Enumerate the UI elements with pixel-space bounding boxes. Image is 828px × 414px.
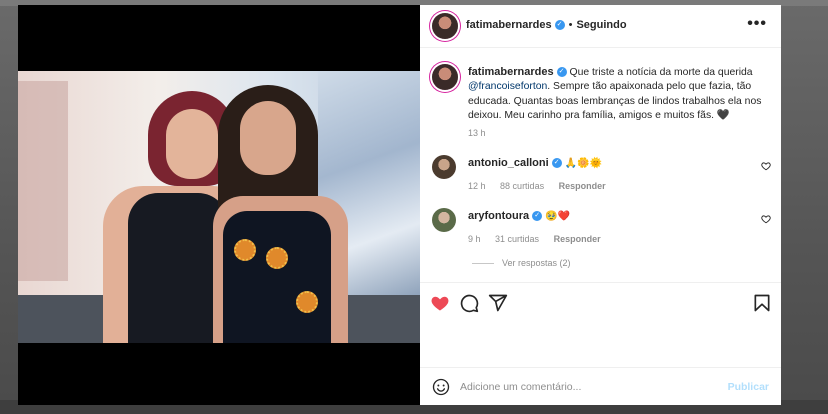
reply-button[interactable]: Responder <box>554 234 601 244</box>
dress-flower <box>266 247 288 269</box>
commenter-avatar[interactable] <box>432 208 456 232</box>
comment-text: 🥹❤️ <box>545 211 570 222</box>
view-replies-line <box>472 263 494 265</box>
post-caption: fatimabernardes ✓ Que triste a notícia da… <box>468 65 768 124</box>
bookmark-icon[interactable] <box>752 293 772 313</box>
verified-badge-icon: ✓ <box>532 211 543 222</box>
caption-username[interactable]: fatimabernardes <box>468 66 554 78</box>
header-user: fatimabernardes ✓ • Seguindo <box>466 19 627 31</box>
post-media <box>18 5 420 405</box>
post-actions-bar <box>420 282 781 323</box>
photo-person-right-face <box>240 101 296 175</box>
verified-badge-icon: ✓ <box>556 67 567 78</box>
post-panel: fatimabernardes ✓ • Seguindo ••• fatimabern… <box>420 5 781 405</box>
separator-dot: • <box>568 19 573 31</box>
comment-like-heart-icon[interactable] <box>761 161 771 171</box>
commenter-username[interactable]: aryfontoura <box>468 210 529 222</box>
comment-likes[interactable]: 31 curtidas <box>495 234 539 244</box>
comment-icon[interactable] <box>459 293 479 313</box>
caption-author-avatar[interactable] <box>432 64 458 90</box>
add-comment-bar: Publicar <box>420 367 781 406</box>
comment-time[interactable]: 9 h <box>468 234 481 244</box>
author-avatar[interactable] <box>432 13 458 39</box>
add-comment-input[interactable] <box>460 378 710 396</box>
comments-section: fatimabernardes ✓ Que triste a notícia da… <box>420 48 781 280</box>
photo-bg-left <box>18 81 68 281</box>
caption-text: Que triste a notícia da morte da querida <box>569 67 753 78</box>
view-replies-label: Ver respostas (2) <box>502 258 571 268</box>
comment-meta: 12 h 88 curtidas Responder <box>468 181 618 191</box>
comment-body: antonio_calloni ✓ 🙏🌼🌞 <box>468 157 602 169</box>
more-options-icon[interactable]: ••• <box>747 15 767 33</box>
photo-person-left-face <box>166 109 218 179</box>
verified-badge-icon: ✓ <box>554 20 565 31</box>
comment-like-heart-icon[interactable] <box>761 214 771 224</box>
caption-mention-link[interactable]: @francoiseforton <box>468 81 547 92</box>
paper-plane-icon[interactable] <box>488 293 508 313</box>
view-replies-button[interactable]: Ver respostas (2) <box>472 258 571 268</box>
comment-body: aryfontoura ✓ 🥹❤️ <box>468 210 570 222</box>
post-photo[interactable] <box>18 71 420 343</box>
comment-likes[interactable]: 88 curtidas <box>500 181 544 191</box>
commenter-username[interactable]: antonio_calloni <box>468 157 549 169</box>
caption-timestamp[interactable]: 13 h <box>468 128 486 138</box>
dress-flower <box>234 239 256 261</box>
comment-text: 🙏🌼🌞 <box>564 158 602 169</box>
publish-button[interactable]: Publicar <box>728 381 769 393</box>
comment-time[interactable]: 12 h <box>468 181 486 191</box>
verified-badge-icon: ✓ <box>551 158 562 169</box>
heart-icon[interactable] <box>430 293 450 313</box>
comment-meta: 9 h 31 curtidas Responder <box>468 234 613 244</box>
author-username[interactable]: fatimabernardes <box>466 19 552 31</box>
reply-button[interactable]: Responder <box>559 181 606 191</box>
commenter-avatar[interactable] <box>432 155 456 179</box>
photo-person-right-dress <box>223 211 331 343</box>
following-button[interactable]: Seguindo <box>576 19 626 31</box>
dress-flower <box>296 291 318 313</box>
smiley-icon[interactable] <box>432 378 450 396</box>
post-header: fatimabernardes ✓ • Seguindo ••• <box>420 5 781 48</box>
